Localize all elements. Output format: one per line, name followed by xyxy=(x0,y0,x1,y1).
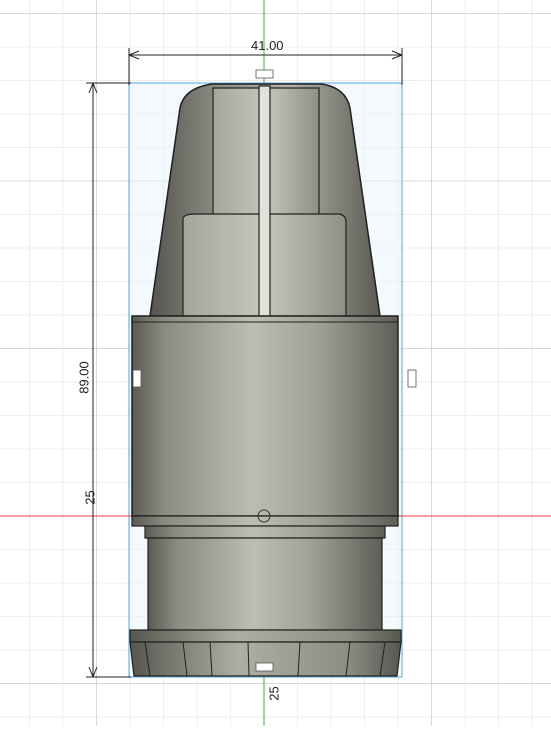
collar xyxy=(131,515,399,527)
collar-step xyxy=(144,525,386,539)
height-dimension-label[interactable]: 89.00 xyxy=(77,358,92,398)
dimension-height[interactable] xyxy=(86,82,131,678)
axis-label-left: 25 xyxy=(82,490,98,505)
base-ring xyxy=(129,629,402,643)
axis-label-bottom: 25 xyxy=(266,686,282,701)
handle-right[interactable] xyxy=(407,369,417,388)
neck xyxy=(147,537,383,631)
cad-viewport[interactable]: 41.00 89.00 25 25 xyxy=(0,0,551,726)
handle-top[interactable] xyxy=(255,69,274,79)
dimension-width[interactable] xyxy=(128,48,403,85)
main-cylinder xyxy=(131,315,399,517)
width-dimension-label[interactable]: 41.00 xyxy=(251,38,284,53)
handle-bottom[interactable] xyxy=(255,662,274,672)
slot xyxy=(258,85,271,317)
handle-left[interactable] xyxy=(132,369,142,388)
